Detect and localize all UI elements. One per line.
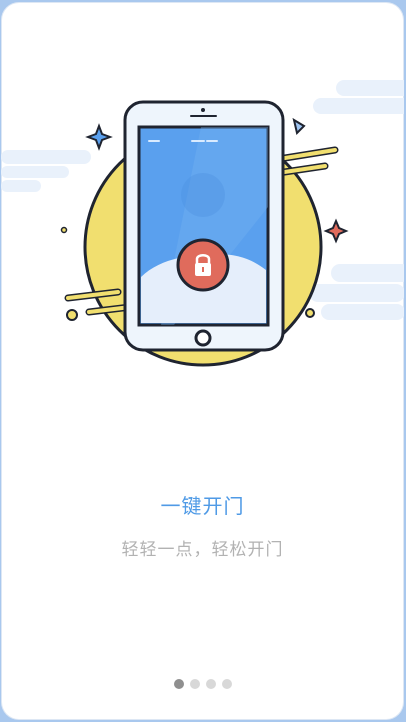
phone-illustration (1, 80, 404, 367)
pagination-dot-1[interactable] (173, 679, 184, 689)
page-title: 一键开门 (160, 494, 245, 518)
lock-icon (176, 238, 230, 292)
pagination-dot-2[interactable] (189, 679, 200, 689)
sparkle-icon (85, 123, 113, 151)
dot-decoration (305, 308, 315, 318)
dot-decoration (66, 309, 78, 321)
pagination-dots (1, 679, 404, 689)
sparkle-icon (323, 218, 349, 244)
pagination-dot-4[interactable] (221, 679, 232, 689)
onboarding-card: 一键开门 轻轻一点，轻松开门 (1, 2, 404, 720)
page-subtitle: 轻轻一点，轻松开门 (121, 540, 284, 560)
triangle-icon (292, 117, 306, 135)
dot-decoration (60, 226, 68, 234)
pagination-dot-3[interactable] (205, 679, 216, 689)
screen-frame: 一键开门 轻轻一点，轻松开门 (0, 0, 406, 722)
